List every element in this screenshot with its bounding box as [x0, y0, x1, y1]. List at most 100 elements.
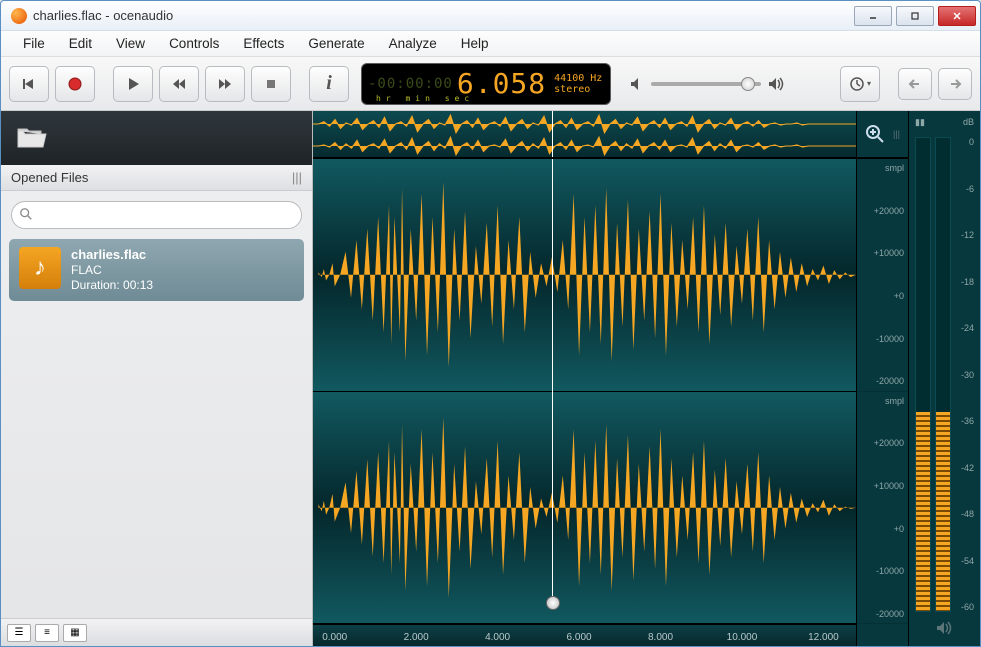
- search-icon: [19, 207, 33, 221]
- ampscale-val: +10000: [861, 481, 904, 491]
- db-val: -60: [961, 602, 974, 612]
- toolbar: i -00:00:00 6.058 44100 Hz stereo hr min…: [1, 57, 980, 111]
- titlebar: charlies.flac - ocenaudio: [1, 1, 980, 31]
- db-label: dB: [963, 117, 974, 133]
- time-ruler[interactable]: 0.000 2.000 4.000 6.000 8.000 10.000 12.…: [313, 624, 856, 646]
- speaker-high-icon: [767, 76, 785, 92]
- menu-view[interactable]: View: [104, 33, 157, 54]
- output-speaker-icon[interactable]: [915, 616, 974, 640]
- sidebar-footer: ☰ ≡ ▦: [1, 618, 312, 646]
- sidebar-section-title: Opened Files |||: [1, 165, 312, 191]
- grip-icon[interactable]: |||: [893, 129, 900, 139]
- db-val: 0: [961, 137, 974, 147]
- ruler-tick: 2.000: [404, 632, 429, 643]
- minimize-button[interactable]: [854, 6, 892, 26]
- tracks-area[interactable]: [313, 159, 856, 624]
- app-window: charlies.flac - ocenaudio File Edit View…: [0, 0, 981, 647]
- zoom-in-icon[interactable]: [865, 124, 885, 144]
- ampscale-val: +20000: [861, 438, 904, 448]
- wave-column: 0.000 2.000 4.000 6.000 8.000 10.000 12.…: [313, 111, 856, 646]
- menu-file[interactable]: File: [11, 33, 57, 54]
- ruler-tick: 0.000: [322, 632, 347, 643]
- sidebar-header[interactable]: [1, 111, 312, 165]
- ampscale-val: +0: [861, 524, 904, 534]
- zoom-header: |||: [857, 111, 908, 159]
- db-val: -12: [961, 230, 974, 240]
- db-val: -48: [961, 509, 974, 519]
- playhead[interactable]: [552, 159, 553, 602]
- nav-forward-button[interactable]: [938, 68, 972, 100]
- view-grid-button[interactable]: ▦: [63, 624, 87, 642]
- meter-bars: [915, 133, 957, 616]
- menu-help[interactable]: Help: [449, 33, 501, 54]
- nav-back-button[interactable]: [898, 68, 932, 100]
- volume-control: [629, 76, 785, 92]
- menu-edit[interactable]: Edit: [57, 33, 104, 54]
- track-right[interactable]: [313, 392, 856, 625]
- forward-button[interactable]: [205, 66, 245, 102]
- db-val: -30: [961, 370, 974, 380]
- view-compact-button[interactable]: ≡: [35, 624, 59, 642]
- history-button[interactable]: ▾: [840, 66, 880, 102]
- file-item[interactable]: ♪ charlies.flac FLAC Duration: 00:13: [9, 239, 304, 301]
- menu-controls[interactable]: Controls: [157, 33, 231, 54]
- menu-effects[interactable]: Effects: [231, 33, 296, 54]
- db-val: -42: [961, 463, 974, 473]
- ampscale-val: +10000: [861, 248, 904, 258]
- overview-wave-left: [313, 113, 856, 135]
- rewind-button[interactable]: [159, 66, 199, 102]
- meter-bar-right: [935, 137, 951, 612]
- file-format: FLAC: [71, 263, 102, 277]
- ruler-tick: 12.000: [808, 632, 839, 643]
- info-button[interactable]: i: [309, 66, 349, 102]
- main-area: Opened Files ||| ♪ charlies.flac FLAC Du…: [1, 111, 980, 646]
- ruler-tick: 10.000: [727, 632, 758, 643]
- timecode-samplerate: 44100 Hz: [554, 73, 602, 84]
- menu-generate[interactable]: Generate: [296, 33, 376, 54]
- ampscale-val: -10000: [861, 334, 904, 344]
- meter-bar-left: [915, 137, 931, 612]
- ampscale-unit: smpl: [861, 396, 904, 406]
- record-button[interactable]: [55, 66, 95, 102]
- search-wrap: [1, 191, 312, 239]
- level-meters: ▮▮dB 0 -6 -12 -18 -24 -30 -36 -42 -48 -5…: [908, 111, 980, 646]
- ampscale-unit: smpl: [861, 163, 904, 173]
- ruler-tick: 6.000: [567, 632, 592, 643]
- ampscale-val: -10000: [861, 566, 904, 576]
- grip-icon[interactable]: |||: [292, 170, 302, 185]
- overview-wave-right: [313, 135, 856, 157]
- back-to-start-button[interactable]: [9, 66, 49, 102]
- db-scale: 0 -6 -12 -18 -24 -30 -36 -42 -48 -54 -60: [961, 133, 974, 616]
- search-input[interactable]: [11, 201, 302, 229]
- file-duration: Duration: 00:13: [71, 278, 153, 292]
- speaker-low-icon: [629, 76, 645, 92]
- file-meta: charlies.flac FLAC Duration: 00:13: [71, 247, 153, 293]
- ampscale-val: +0: [861, 291, 904, 301]
- ampscale-right: smpl +20000 +10000 +0 -10000 -20000: [857, 392, 908, 625]
- play-button[interactable]: [113, 66, 153, 102]
- close-button[interactable]: [938, 6, 976, 26]
- view-list-button[interactable]: ☰: [7, 624, 31, 642]
- db-val: -36: [961, 416, 974, 426]
- maximize-button[interactable]: [896, 6, 934, 26]
- timecode-remaining: -00:00:00: [368, 76, 453, 92]
- stop-button[interactable]: [251, 66, 291, 102]
- file-list: ♪ charlies.flac FLAC Duration: 00:13: [1, 239, 312, 618]
- ampscale-left: smpl +20000 +10000 +0 -10000 -20000: [857, 159, 908, 392]
- ruler-tick: 8.000: [648, 632, 673, 643]
- ampscale-val: -20000: [861, 376, 904, 386]
- window-controls: [850, 6, 976, 26]
- db-val: -18: [961, 277, 974, 287]
- ampscale-val: +20000: [861, 206, 904, 216]
- waveform-right: [313, 392, 856, 624]
- menu-analyze[interactable]: Analyze: [377, 33, 449, 54]
- app-icon: [11, 8, 27, 24]
- overview-strip[interactable]: [313, 111, 856, 159]
- amplitude-scale: ||| smpl +20000 +10000 +0 -10000 -20000 …: [856, 111, 908, 646]
- sidebar: Opened Files ||| ♪ charlies.flac FLAC Du…: [1, 111, 313, 646]
- track-left[interactable]: [313, 159, 856, 392]
- music-note-icon: ♪: [19, 247, 61, 289]
- timecode-unit-labels: hr min sec: [376, 94, 474, 103]
- waveform-left: [313, 159, 856, 391]
- volume-slider[interactable]: [651, 82, 761, 86]
